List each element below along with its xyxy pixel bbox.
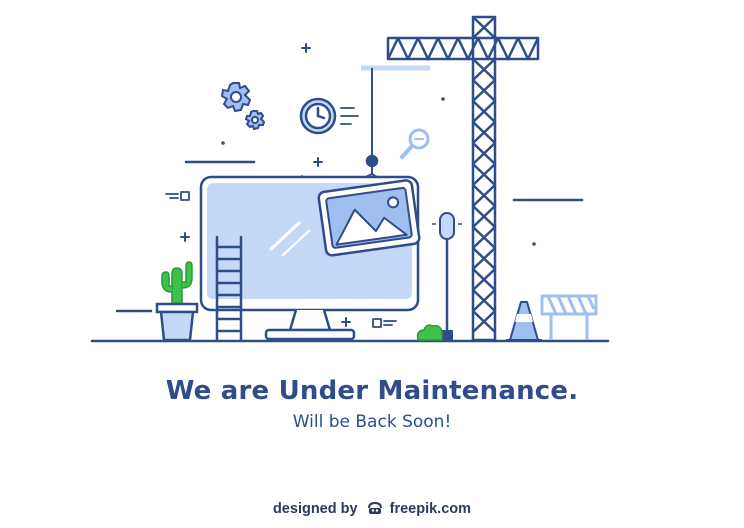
maintenance-illustration <box>90 15 610 343</box>
bush-icon <box>416 324 443 341</box>
traffic-cone-icon <box>506 301 542 341</box>
credit-prefix: designed by <box>272 501 358 517</box>
magnifier-icon <box>400 128 430 159</box>
attribution[interactable]: designed by freepik.com <box>0 500 744 517</box>
image-frame-icon <box>317 179 421 257</box>
page-subtitle: Will be Back Soon! <box>292 412 452 432</box>
freepik-logo-icon <box>367 502 382 514</box>
credit-brand: freepik.com <box>389 501 472 517</box>
cactus-icon <box>155 261 199 342</box>
barrier-icon <box>540 294 598 340</box>
gear-icon <box>220 82 266 131</box>
lamp-icon <box>432 212 462 340</box>
page-title: We are Under Maintenance. <box>165 376 579 406</box>
clock-icon <box>299 97 359 135</box>
